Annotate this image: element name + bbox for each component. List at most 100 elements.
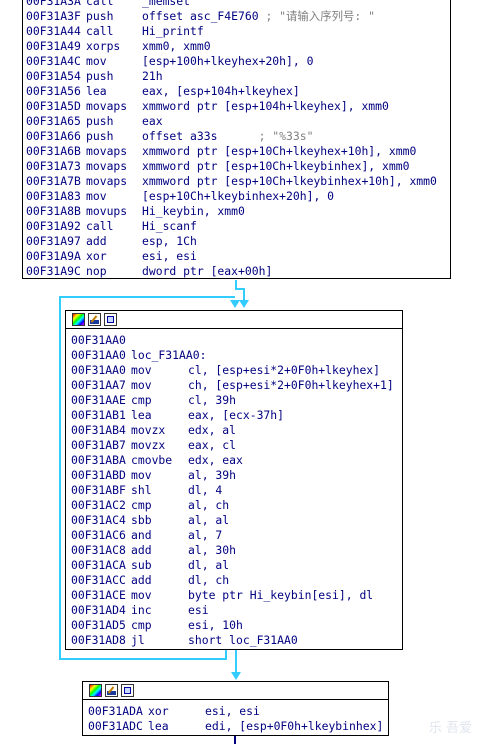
code-line[interactable]: 00F31A6B movaps xmmword ptr [esp+10Ch+lkey…	[26, 144, 450, 159]
code-line[interactable]: 00F31AD4 inc esi	[71, 603, 402, 618]
loop-label-line: 00F31AA0 loc_F31AA0:	[71, 348, 207, 362]
code-line[interactable]: 00F31ACE mov byte ptr Hi_keybin[esi], dl	[71, 588, 402, 603]
code-line[interactable]: 00F31A56 lea eax, [esp+104h+lkeyhex]	[26, 84, 450, 99]
operands[interactable]: edx, al	[188, 423, 236, 438]
operands[interactable]: [esp+100h+lkeyhex+20h], 0	[142, 54, 313, 69]
address: 00F31AC6	[71, 528, 126, 542]
code-line[interactable]: 00F31ABA cmovbe edx, eax	[71, 453, 402, 468]
operands[interactable]: al, 7	[188, 528, 222, 543]
operands[interactable]: byte ptr Hi_keybin[esi], dl	[188, 588, 373, 603]
address: 00F31A3F	[26, 9, 81, 23]
operands[interactable]: al, al	[188, 513, 229, 528]
code-line[interactable]: 00F31A7B movaps xmmword ptr [esp+10Ch+lkey…	[26, 174, 450, 189]
edge-loop-back-left	[59, 296, 61, 660]
code-line[interactable]: 00F31ACC add dl, ch	[71, 573, 402, 588]
code-line[interactable]: 00F31A83 mov [esp+10Ch+lkeybinhex+20h], 0	[26, 189, 450, 204]
code-line[interactable]: 00F31A66 push offset a33s ; "%33s"	[26, 129, 450, 144]
operands[interactable]: _memset	[142, 0, 190, 9]
code-line[interactable]: 00F31AC2 cmp al, ch	[71, 498, 402, 513]
operands[interactable]: edx, eax	[188, 453, 243, 468]
operands[interactable]: al, 39h	[188, 468, 236, 483]
operands[interactable]: xmmword ptr [esp+10Ch+lkeyhex+10h], xmm0	[142, 144, 416, 159]
edit-icon[interactable]	[105, 684, 118, 697]
operands[interactable]: al, 30h	[188, 543, 236, 558]
code-line[interactable]: 00F31A44 call Hi_printf	[26, 24, 450, 39]
code-line[interactable]: 00F31ACA sub dl, al	[71, 558, 402, 573]
code-line[interactable]: 00F31A49 xorps xmm0, xmm0	[26, 39, 450, 54]
operands[interactable]: eax, [esp+104h+lkeyhex]	[142, 84, 300, 99]
operands[interactable]: short loc_F31AA0	[188, 633, 298, 648]
code-line[interactable]: 00F31AC8 add al, 30h	[71, 543, 402, 558]
operands[interactable]: esi, esi	[142, 249, 197, 264]
mnemonic: mov	[86, 54, 107, 68]
operands[interactable]: xmmword ptr [esp+104h+lkeyhex], xmm0	[142, 99, 389, 114]
operands[interactable]: esi	[188, 603, 209, 618]
code-line[interactable]: 00F31A97 add esp, 1Ch	[26, 234, 450, 249]
code-line[interactable]: 00F31A3F push offset asc_F4E760 ; "请输入序列号:…	[26, 9, 450, 24]
code-line[interactable]: 00F31AC6 and al, 7	[71, 528, 402, 543]
code-line[interactable]: 00F31ABF shl dl, 4	[71, 483, 402, 498]
code-line[interactable]: 00F31AD5 cmp esi, 10h	[71, 618, 402, 633]
bottom-code-block[interactable]: 00F31ADA xor esi, esi 00F31ADC lea edi, [esp+…	[82, 681, 389, 736]
operands[interactable]: esp, 1Ch	[142, 234, 197, 249]
code-line[interactable]: 00F31A3A call _memset	[26, 0, 450, 9]
operands[interactable]: edi, [esp+0F0h+lkeybinhex]	[205, 719, 383, 734]
mnemonic: sbb	[131, 513, 152, 527]
operands[interactable]: dl, ch	[188, 573, 229, 588]
operands[interactable]: ch, [esp+esi*2+0F0h+lkeyhex+1]	[188, 378, 394, 393]
address: 00F31ACC	[71, 573, 126, 587]
edit-icon[interactable]	[88, 313, 101, 326]
operands[interactable]: cl, [esp+esi*2+0F0h+lkeyhex]	[188, 363, 380, 378]
code-line[interactable]: 00F31AC4 sbb al, al	[71, 513, 402, 528]
operands[interactable]: dl, al	[188, 558, 229, 573]
operands[interactable]: xmmword ptr [esp+10Ch+lkeybinhex], xmm0	[142, 159, 409, 174]
operands[interactable]: cl, 39h	[188, 393, 236, 408]
operands[interactable]: esi, 10h	[188, 618, 243, 633]
code-line[interactable]: 00F31A9A xor esi, esi	[26, 249, 450, 264]
code-line[interactable]: 00F31ADC lea edi, [esp+0F0h+lkeybinhex]	[88, 719, 388, 734]
code-line[interactable]: 00F31A73 movaps xmmword ptr [esp+10Ch+lkey…	[26, 159, 450, 174]
operands[interactable]: dl, 4	[188, 483, 222, 498]
code-line[interactable]: 00F31AA0 mov cl, [esp+esi*2+0F0h+lkeyhex]	[71, 363, 402, 378]
mnemonic: mov	[131, 588, 152, 602]
operands[interactable]: Hi_printf	[142, 24, 204, 39]
graph-icon[interactable]	[72, 313, 85, 326]
code-line[interactable]: 00F31ABD mov al, 39h	[71, 468, 402, 483]
operands[interactable]: [esp+10Ch+lkeybinhex+20h], 0	[142, 189, 334, 204]
operands[interactable]: offset a33s	[142, 129, 252, 144]
operands[interactable]: xmm0, xmm0	[142, 39, 211, 54]
address: 00F31A49	[26, 39, 81, 53]
list-icon[interactable]	[104, 313, 117, 326]
operands[interactable]: Hi_keybin, xmm0	[142, 204, 245, 219]
code-line[interactable]: 00F31A4C mov [esp+100h+lkeyhex+20h], 0	[26, 54, 450, 69]
code-line[interactable]: 00F31AD8 jl short loc_F31AA0	[71, 633, 402, 648]
code-line[interactable]: 00F31A9C nop dword ptr [eax+00h]	[26, 264, 450, 279]
code-line[interactable]: 00F31A8B movups Hi_keybin, xmm0	[26, 204, 450, 219]
list-icon[interactable]	[121, 684, 134, 697]
loop-code-block[interactable]: 00F31AA0 00F31AA0 loc_F31AA0: 00F31AA0 mov…	[65, 310, 403, 650]
operands[interactable]: Hi_scanf	[142, 219, 197, 234]
operands[interactable]: dword ptr [eax+00h]	[142, 264, 272, 279]
operands[interactable]: al, ch	[188, 498, 229, 513]
code-line[interactable]: 00F31A65 push eax	[26, 114, 450, 129]
code-line[interactable]: 00F31A92 call Hi_scanf	[26, 219, 450, 234]
code-line[interactable]: 00F31AAE cmp cl, 39h	[71, 393, 402, 408]
graph-icon[interactable]	[89, 684, 102, 697]
top-code-block[interactable]: 00F31A3A call _memset 00F31A3F push offset as…	[22, 0, 451, 279]
mnemonic: add	[86, 234, 107, 248]
code-line[interactable]: 00F31ADA xor esi, esi	[88, 704, 388, 719]
operands[interactable]: offset asc_F4E760	[142, 9, 259, 24]
operands[interactable]: eax, [ecx-37h]	[188, 408, 284, 423]
code-line[interactable]: 00F31AB7 movzx eax, cl	[71, 438, 402, 453]
operands[interactable]: xmmword ptr [esp+10Ch+lkeybinhex+10h], x…	[142, 174, 437, 189]
operands[interactable]: 21h	[142, 69, 163, 84]
address: 00F31A56	[26, 84, 81, 98]
operands[interactable]: esi, esi	[205, 704, 260, 719]
code-line[interactable]: 00F31AB1 lea eax, [ecx-37h]	[71, 408, 402, 423]
code-line[interactable]: 00F31AB4 movzx edx, al	[71, 423, 402, 438]
operands[interactable]: eax	[142, 114, 163, 129]
code-line[interactable]: 00F31A54 push 21h	[26, 69, 450, 84]
code-line[interactable]: 00F31AA7 mov ch, [esp+esi*2+0F0h+lkeyhex+1…	[71, 378, 402, 393]
operands[interactable]: eax, cl	[188, 438, 236, 453]
code-line[interactable]: 00F31A5D movaps xmmword ptr [esp+104h+lkey…	[26, 99, 450, 114]
